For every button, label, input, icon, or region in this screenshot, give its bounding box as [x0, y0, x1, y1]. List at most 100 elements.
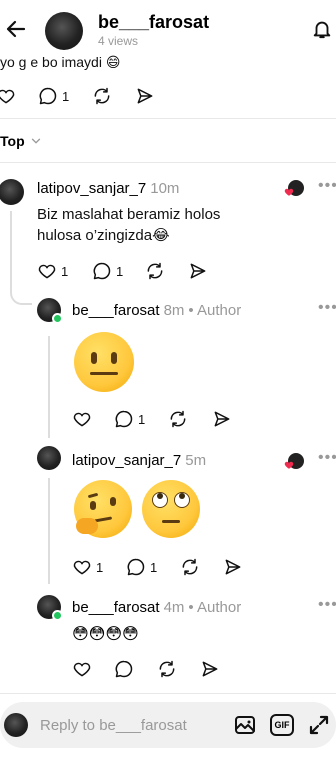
comment-emoji: 😐: [74, 332, 136, 394]
timestamp: 10m: [150, 180, 180, 197]
page-title[interactable]: be___farosat: [98, 12, 209, 33]
username[interactable]: latipov_sanjar_7: [37, 180, 146, 197]
comment-icon: [115, 660, 133, 678]
comment-icon: [39, 87, 57, 105]
like-count: 1: [61, 263, 69, 279]
more-options-button[interactable]: •••: [318, 177, 336, 195]
more-options-button[interactable]: •••: [318, 299, 336, 317]
more-options-button[interactable]: •••: [318, 449, 336, 467]
sort-dropdown[interactable]: Top: [0, 133, 43, 149]
send-icon: [137, 88, 153, 104]
liked-by-author-badge: [284, 180, 304, 196]
more-options-button[interactable]: •••: [318, 596, 336, 614]
divider: [0, 693, 336, 694]
comment-item: be___farosat 8m • Author ••• 😐 1: [0, 296, 336, 438]
reply-bar: Reply to be___farosat GIF: [0, 702, 336, 748]
like-button[interactable]: [72, 659, 92, 679]
like-button[interactable]: [0, 86, 16, 106]
like-button[interactable]: 1: [72, 557, 103, 577]
comment-icon: [127, 558, 145, 576]
divider: [0, 162, 336, 163]
avatar[interactable]: [0, 179, 24, 205]
image-icon: [235, 716, 255, 734]
view-count: 4 views: [98, 34, 139, 48]
comment-emoji-text: 🤔 🙄: [74, 480, 75, 481]
author-label: • Author: [188, 599, 242, 616]
comment-item: be___farosat 4m • Author ••• 😳😳😳😳: [0, 593, 336, 683]
comment-item: latipov_sanjar_7 5m ••• 🤔 🙄 1: [0, 444, 336, 584]
avatar[interactable]: [37, 446, 61, 470]
repost-button[interactable]: [92, 86, 112, 106]
gif-label: GIF: [274, 720, 290, 730]
bell-icon: [313, 21, 331, 39]
repost-button[interactable]: [145, 261, 165, 281]
reply-button[interactable]: [114, 659, 134, 679]
comment-actions: 1: [72, 409, 322, 429]
notification-button[interactable]: [311, 18, 333, 40]
reply-count: 1: [150, 559, 158, 575]
username[interactable]: be___farosat: [72, 599, 160, 616]
prev-post-actions: 1: [0, 86, 336, 106]
heart-icon: [38, 264, 56, 279]
like-button[interactable]: [72, 409, 92, 429]
repost-button[interactable]: [168, 409, 188, 429]
header-avatar[interactable]: [45, 12, 83, 50]
timestamp: 5m: [185, 452, 207, 469]
share-button[interactable]: [188, 261, 208, 281]
prev-post-text: yo g e bo imaydi 😄: [0, 54, 121, 70]
repost-button[interactable]: [180, 557, 200, 577]
repost-button[interactable]: [157, 659, 177, 679]
header: be___farosat 4 views: [0, 0, 336, 58]
reply-count: 1: [138, 411, 146, 427]
comment-icon: [93, 262, 111, 280]
expand-button[interactable]: [307, 713, 331, 737]
share-button[interactable]: [212, 409, 232, 429]
expand-icon: [309, 715, 329, 735]
share-button[interactable]: [223, 557, 243, 577]
reply-button[interactable]: 1: [92, 261, 123, 281]
heart-filled-icon: [284, 188, 294, 196]
timestamp: 8m: [163, 302, 185, 319]
comment-emoji: 🤔 🙄: [74, 480, 204, 540]
heart-icon: [0, 89, 15, 104]
comment-item: latipov_sanjar_7 10m ••• Biz maslahat be…: [0, 175, 336, 305]
online-status-badge: [52, 313, 63, 324]
thread-line: [10, 211, 12, 281]
thinking-face-icon: [74, 480, 132, 538]
online-status-badge: [52, 610, 63, 621]
reply-count: 1: [116, 263, 124, 279]
username[interactable]: be___farosat: [72, 302, 160, 319]
reply-button[interactable]: 1: [126, 557, 157, 577]
send-icon: [214, 411, 230, 427]
current-user-avatar: [4, 713, 28, 737]
comment-header: be___farosat 8m • Author: [72, 302, 241, 319]
image-button[interactable]: [233, 713, 257, 737]
like-button[interactable]: 1: [37, 261, 68, 281]
heart-filled-icon: [284, 461, 294, 469]
arrow-left-icon: [6, 20, 26, 38]
username[interactable]: latipov_sanjar_7: [72, 452, 181, 469]
share-button[interactable]: [135, 86, 155, 106]
reply-count: 1: [62, 88, 70, 104]
comment-text: 😳😳😳😳: [72, 626, 139, 643]
sort-label: Top: [0, 133, 25, 149]
comment-header: latipov_sanjar_7 10m: [37, 180, 179, 197]
share-button[interactable]: [200, 659, 220, 679]
reply-button[interactable]: 1: [38, 86, 69, 106]
gif-button[interactable]: GIF: [270, 714, 294, 736]
comment-actions: 1 1: [72, 557, 322, 577]
back-button[interactable]: [4, 17, 28, 41]
neutral-face-icon: [74, 332, 134, 392]
heart-icon: [73, 560, 91, 575]
eye-roll-face-icon: [142, 480, 200, 538]
comment-actions: 1 1: [37, 261, 317, 281]
thread-line: [48, 336, 50, 438]
heart-icon: [73, 662, 91, 677]
reply-input[interactable]: Reply to be___farosat: [40, 717, 220, 734]
send-icon: [225, 559, 241, 575]
send-icon: [202, 661, 218, 677]
repost-icon: [159, 660, 175, 678]
reply-button[interactable]: 1: [114, 409, 145, 429]
like-count: 1: [96, 559, 104, 575]
repost-icon: [94, 87, 110, 105]
